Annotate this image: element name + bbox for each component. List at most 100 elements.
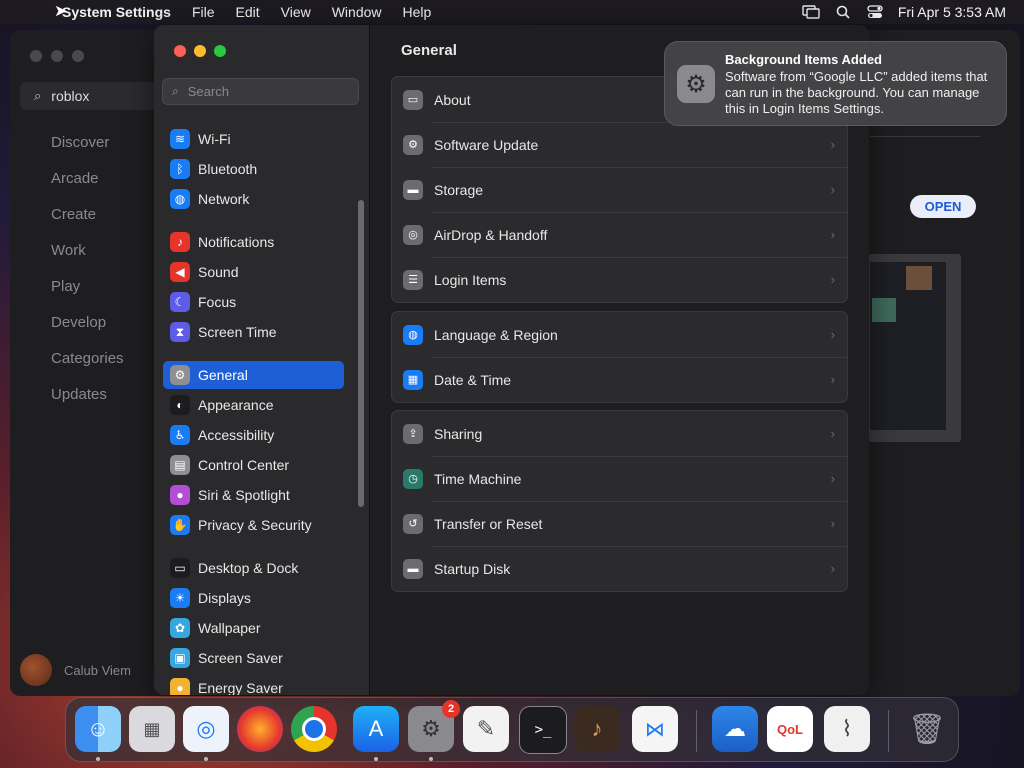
app-store-icon[interactable]: A [353, 706, 399, 752]
row-label: Storage [434, 181, 484, 198]
time-machine-icon: ◷ [403, 468, 423, 489]
menu-file[interactable]: File [192, 4, 215, 20]
menu-view[interactable]: View [281, 4, 311, 20]
sidebar-item-privacy-security[interactable]: ✋ Privacy & Security [163, 511, 344, 539]
close-button[interactable] [30, 50, 42, 62]
nav-work[interactable]: Work [51, 242, 124, 278]
nav-categories[interactable]: Categories [51, 350, 124, 386]
app-screenshot[interactable] [868, 254, 961, 442]
nav-arcade[interactable]: Arcade [51, 170, 124, 206]
system-information-icon[interactable]: ⌇ [824, 706, 870, 752]
sidebar-item-general[interactable]: ⚙ General [163, 361, 344, 389]
row-airdrop-handoff[interactable]: ◎ AirDrop & Handoff › [392, 212, 847, 257]
sidebar-item-label: Privacy & Security [198, 517, 312, 533]
spotlight-search-icon[interactable] [834, 4, 852, 20]
row-storage[interactable]: ▬ Storage › [392, 167, 847, 212]
running-indicator [374, 757, 378, 761]
nav-play[interactable]: Play [51, 278, 124, 314]
sidebar-item-accessibility[interactable]: ♿ Accessibility [163, 421, 344, 449]
firefox-icon[interactable] [237, 706, 283, 752]
airdrop-icon: ◎ [403, 224, 423, 245]
vscode-icon[interactable]: ⋈ [632, 706, 678, 752]
chrome-icon[interactable] [291, 706, 337, 752]
zoom-button[interactable] [214, 45, 226, 57]
screen-mirroring-icon[interactable] [802, 4, 820, 20]
running-indicator [429, 757, 433, 761]
row-transfer-or-reset[interactable]: ↺ Transfer or Reset › [392, 501, 847, 546]
sidebar-item-appearance[interactable]: ◐ Appearance [163, 391, 344, 419]
row-date-time[interactable]: ▦ Date & Time › [392, 357, 847, 402]
sidebar-item-network[interactable]: ◍ Network [163, 185, 344, 213]
app-store-search-field[interactable]: ⌕ roblox [20, 82, 160, 110]
qol-app-icon[interactable]: QoL [767, 706, 813, 752]
terminal-icon[interactable]: >_ [519, 706, 567, 754]
row-sharing[interactable]: ⇪ Sharing › [392, 411, 847, 456]
row-language-region[interactable]: ◍ Language & Region › [392, 312, 847, 357]
sidebar-item-wi-fi[interactable]: ≋ Wi-Fi [163, 125, 344, 153]
app-menu[interactable]: System Settings [62, 4, 171, 20]
sidebar-item-sound[interactable]: ◀ Sound [163, 258, 344, 286]
sidebar-item-energy-saver[interactable]: ● Energy Saver [163, 674, 344, 695]
menu-edit[interactable]: Edit [236, 4, 260, 20]
siri-icon: ● [170, 485, 190, 505]
launchpad-icon[interactable]: ▦ [129, 706, 175, 752]
sidebar-item-label: Wallpaper [198, 620, 261, 636]
chevron-right-icon: › [830, 516, 835, 531]
sidebar-item-desktop-dock[interactable]: ▭ Desktop & Dock [163, 554, 344, 582]
notification-body: Software from “Google LLC” added items t… [725, 69, 988, 116]
row-login-items[interactable]: ☰ Login Items › [392, 257, 847, 302]
row-label: Software Update [434, 136, 539, 153]
control-center-icon: ▤ [170, 455, 190, 475]
sidebar-item-bluetooth[interactable]: ᛒ Bluetooth [163, 155, 344, 183]
textedit-icon[interactable]: ✎ [463, 706, 509, 752]
sidebar-item-screen-time[interactable]: ⧗ Screen Time [163, 318, 344, 346]
row-time-machine[interactable]: ◷ Time Machine › [392, 456, 847, 501]
dock-separator [696, 710, 697, 752]
close-button[interactable] [174, 45, 186, 57]
sidebar-item-label: Siri & Spotlight [198, 487, 290, 503]
settings-sidebar: ⌕ ≋ Wi-Fi ᛒ Bluetooth ◍ Network ♪ Notifications… [154, 25, 369, 695]
sidebar-item-label: General [198, 367, 248, 383]
nav-create[interactable]: Create [51, 206, 124, 242]
user-account[interactable]: Calub Viem [20, 654, 131, 686]
garageband-icon[interactable]: ♪ [574, 706, 620, 752]
minimize-button[interactable] [51, 50, 63, 62]
sidebar-item-screen-saver[interactable]: ▣ Screen Saver [163, 644, 344, 672]
settings-search-field[interactable]: ⌕ [162, 78, 359, 105]
settings-search-input[interactable] [185, 83, 350, 100]
menu-clock[interactable]: Fri Apr 5 3:53 AM [898, 4, 1006, 20]
sidebar-item-wallpaper[interactable]: ✿ Wallpaper [163, 614, 344, 642]
hourglass-icon: ⧗ [170, 322, 190, 342]
nav-develop[interactable]: Develop [51, 314, 124, 350]
trash-icon[interactable]: 🗑 [904, 706, 950, 752]
flower-icon: ✿ [170, 618, 190, 638]
sidebar-item-label: Displays [198, 590, 251, 606]
avatar [20, 654, 52, 686]
row-software-update[interactable]: ⚙ Software Update › [392, 122, 847, 167]
minimize-button[interactable] [194, 45, 206, 57]
menu-help[interactable]: Help [403, 4, 432, 20]
weather-icon[interactable]: ☁ [712, 706, 758, 752]
sidebar-item-displays[interactable]: ☀ Displays [163, 584, 344, 612]
nav-updates[interactable]: Updates [51, 386, 124, 422]
zoom-button[interactable] [72, 50, 84, 62]
system-settings-icon[interactable]: ⚙ 2 [408, 700, 460, 752]
wifi-icon: ≋ [170, 129, 190, 149]
calendar-icon: ▦ [403, 369, 423, 390]
menu-window[interactable]: Window [332, 4, 382, 20]
moon-icon: ☾ [170, 292, 190, 312]
open-button[interactable]: OPEN [910, 195, 976, 218]
sidebar-item-label: Control Center [198, 457, 290, 473]
control-center-icon[interactable] [866, 4, 884, 20]
sidebar-item-control-center[interactable]: ▤ Control Center [163, 451, 344, 479]
safari-icon[interactable]: ◎ [183, 706, 229, 752]
sidebar-item-focus[interactable]: ☾ Focus [163, 288, 344, 316]
row-startup-disk[interactable]: ▬ Startup Disk › [392, 546, 847, 591]
notification-banner[interactable]: ⚙ Background Items Added Software from “… [664, 41, 1007, 126]
sidebar-item-siri-spotlight[interactable]: ● Siri & Spotlight [163, 481, 344, 509]
sidebar-scrollbar[interactable] [358, 200, 364, 507]
finder-icon[interactable]: ☺ [75, 706, 121, 752]
nav-discover[interactable]: Discover [51, 134, 124, 170]
sidebar-item-notifications[interactable]: ♪ Notifications [163, 228, 344, 256]
screenshot-thumbnail [906, 266, 932, 290]
